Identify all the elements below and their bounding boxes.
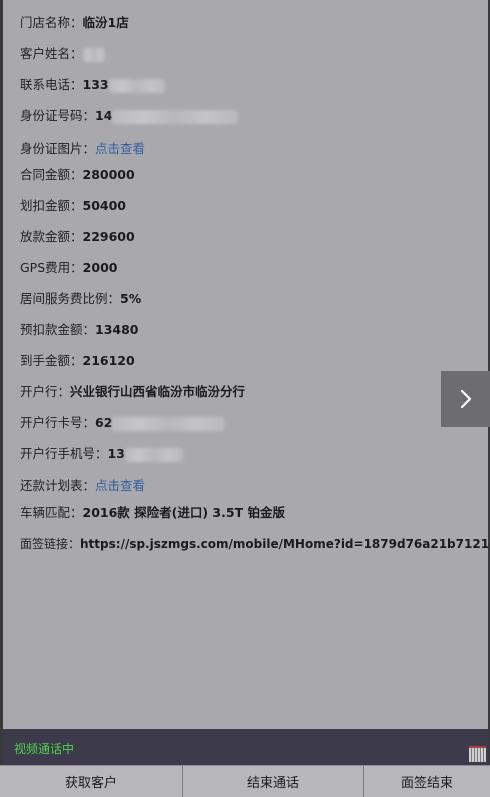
service-fee-ratio-label: 居间服务费比例：	[20, 291, 121, 306]
deduct-amount-label: 划扣金额：	[20, 198, 83, 213]
row-bank-phone: 开户行手机号：13	[20, 446, 183, 462]
store-name-value: 临汾1店	[82, 15, 129, 30]
vehicle-label: 车辆匹配：	[20, 505, 83, 520]
chevron-right-icon	[460, 389, 471, 409]
repayment-plan-label: 还款计划表：	[20, 478, 96, 493]
bank-label: 开户行：	[20, 384, 71, 399]
id-number-label: 身份证号码：	[20, 108, 96, 123]
received-amount-label: 到手金额：	[20, 353, 83, 368]
customer-name-redacted	[82, 47, 105, 62]
row-store-name: 门店名称：临汾1店	[20, 15, 129, 31]
row-service-fee-ratio: 居间服务费比例：5%	[20, 291, 141, 307]
row-customer-name: 客户姓名：	[20, 46, 105, 62]
vehicle-value: 2016款 探险者(进口) 3.5T 铂金版	[82, 505, 285, 520]
id-image-view-link[interactable]: 点击查看	[95, 141, 145, 156]
contract-amount-label: 合同金额：	[20, 167, 83, 182]
customer-name-label: 客户姓名：	[20, 46, 83, 61]
row-phone: 联系电话：133	[20, 77, 165, 93]
row-vehicle: 车辆匹配：2016款 探险者(进口) 3.5T 铂金版	[20, 505, 285, 521]
received-amount-value: 216120	[82, 353, 135, 368]
loan-amount-label: 放款金额：	[20, 229, 83, 244]
row-id-image: 身份证图片：点击查看	[20, 141, 145, 157]
row-gps-fee: GPS费用：2000	[20, 260, 117, 276]
row-interview-link: 面签链接：https://sp.jszmgs.com/mobile/MHome?…	[20, 536, 490, 552]
id-number-redacted	[112, 109, 239, 124]
phone-redacted	[108, 78, 165, 93]
row-prepaid-amount: 预扣款金额：13480	[20, 322, 139, 338]
repayment-plan-view-link[interactable]: 点击查看	[95, 478, 145, 493]
end-interview-button[interactable]: 面签结束	[364, 766, 490, 797]
next-button[interactable]	[441, 371, 490, 427]
row-id-number: 身份证号码：14	[20, 108, 239, 124]
gps-fee-label: GPS费用：	[20, 260, 83, 275]
video-thumbnail-icon[interactable]	[469, 746, 486, 762]
row-contract-amount: 合同金额：280000	[20, 167, 135, 183]
phone-label: 联系电话：	[20, 77, 83, 92]
row-received-amount: 到手金额：216120	[20, 353, 135, 369]
prepaid-amount-value: 13480	[95, 322, 139, 337]
get-customer-button[interactable]: 获取客户	[0, 766, 183, 797]
phone-value: 133	[82, 77, 109, 92]
bank-phone-label: 开户行手机号：	[20, 446, 108, 461]
end-call-button[interactable]: 结束通话	[183, 766, 364, 797]
id-image-label: 身份证图片：	[20, 141, 96, 156]
bank-card-label: 开户行卡号：	[20, 415, 96, 430]
gps-fee-value: 2000	[82, 260, 118, 275]
id-number-value: 14	[95, 108, 113, 123]
bank-value: 兴业银行山西省临汾市临汾分行	[70, 384, 246, 399]
bottom-action-bar: 获取客户 结束通话 面签结束	[0, 765, 490, 797]
call-status-bar: 视频通话中	[3, 729, 488, 765]
row-repayment-plan: 还款计划表：点击查看	[20, 478, 145, 494]
row-loan-amount: 放款金额：229600	[20, 229, 135, 245]
interview-link-label: 面签链接：	[20, 537, 81, 551]
row-deduct-amount: 划扣金额：50400	[20, 198, 126, 214]
bank-phone-redacted	[124, 447, 183, 462]
bank-card-redacted	[112, 416, 225, 431]
row-bank: 开户行：兴业银行山西省临汾市临汾分行	[20, 384, 245, 400]
row-bank-card: 开户行卡号：62	[20, 415, 225, 431]
call-status-text: 视频通话中	[14, 742, 75, 756]
left-border	[0, 0, 3, 796]
service-fee-ratio-value: 5%	[120, 291, 142, 306]
interview-link-value[interactable]: https://sp.jszmgs.com/mobile/MHome?id=18…	[80, 537, 490, 551]
bank-phone-value: 13	[107, 446, 125, 461]
bank-card-value: 62	[95, 415, 113, 430]
store-name-label: 门店名称：	[20, 15, 83, 30]
deduct-amount-value: 50400	[82, 198, 127, 213]
prepaid-amount-label: 预扣款金额：	[20, 322, 96, 337]
loan-amount-value: 229600	[82, 229, 135, 244]
contract-amount-value: 280000	[82, 167, 135, 182]
